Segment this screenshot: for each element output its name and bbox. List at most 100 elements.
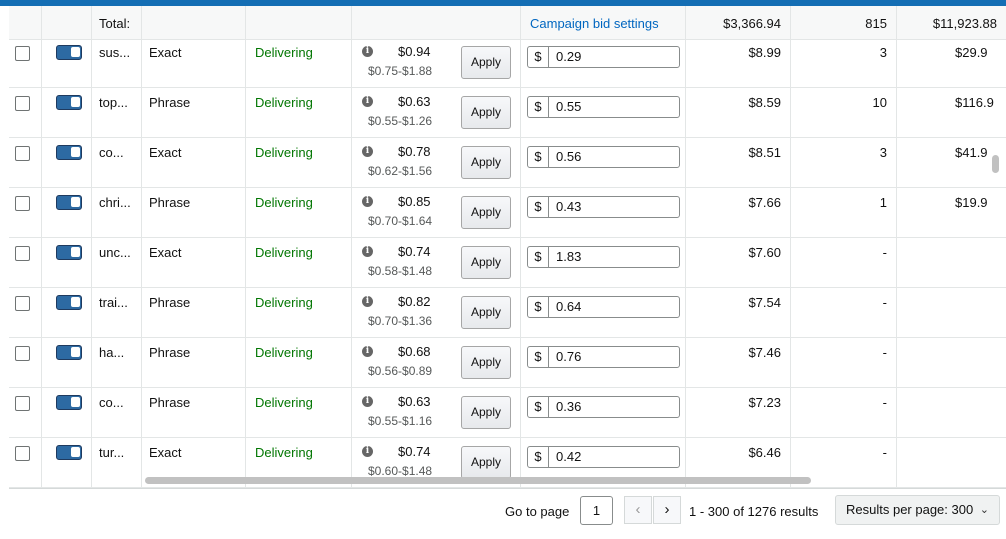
row-checkbox[interactable]	[15, 96, 30, 111]
keyword-text[interactable]: co...	[99, 395, 124, 410]
table-header-row: Total: Campaign bid settings $3,366.94 8…	[9, 6, 1006, 40]
apply-bid-button[interactable]: Apply	[461, 146, 511, 179]
row-checkbox[interactable]	[15, 196, 30, 211]
orders-value: -	[882, 395, 887, 410]
enable-toggle[interactable]	[56, 145, 82, 160]
chevron-left-icon: ‹	[635, 501, 641, 518]
table-row: chri... Phrase Delivering i $0.85 $0.70-$1.64…	[9, 188, 1006, 238]
suggested-bid: $0.85	[398, 194, 431, 209]
row-checkbox[interactable]	[15, 396, 30, 411]
results-per-page-dropdown[interactable]: Results per page: 300 ⌄	[835, 495, 1000, 525]
info-icon[interactable]: i	[362, 46, 373, 57]
keyword-text[interactable]: tur...	[99, 445, 124, 460]
bid-input[interactable]: $0.64	[527, 296, 680, 318]
apply-bid-button[interactable]: Apply	[461, 46, 511, 79]
prev-page-button[interactable]: ‹	[624, 496, 652, 524]
match-type: Exact	[149, 145, 182, 160]
orders-value: 3	[879, 45, 887, 60]
currency-symbol: $	[528, 447, 549, 467]
bid-value: 0.56	[556, 149, 582, 164]
horizontal-scrollbar[interactable]	[145, 477, 811, 484]
info-icon[interactable]: i	[362, 446, 373, 457]
info-icon[interactable]: i	[362, 246, 373, 257]
keyword-text[interactable]: trai...	[99, 295, 128, 310]
status-text: Delivering	[255, 145, 313, 160]
info-icon[interactable]: i	[362, 396, 373, 407]
status-text: Delivering	[255, 395, 313, 410]
spend-value: $8.59	[748, 95, 781, 110]
keyword-text[interactable]: sus...	[99, 45, 130, 60]
results-count: 1 - 300 of 1276 results	[689, 504, 819, 519]
bid-value: 1.83	[556, 249, 582, 264]
suggested-bid-range: $0.70-$1.36	[368, 314, 433, 328]
row-checkbox[interactable]	[15, 246, 30, 261]
enable-toggle[interactable]	[56, 245, 82, 260]
spend-value: $8.51	[748, 145, 781, 160]
row-checkbox[interactable]	[15, 296, 30, 311]
apply-bid-button[interactable]: Apply	[461, 346, 511, 379]
total-label: Total:	[99, 16, 131, 31]
bid-input[interactable]: $0.43	[527, 196, 680, 218]
enable-toggle[interactable]	[56, 95, 82, 110]
bid-input[interactable]: $0.36	[527, 396, 680, 418]
row-checkbox[interactable]	[15, 346, 30, 361]
table-row: top... Phrase Delivering i $0.63 $0.55-$1.26 A…	[9, 88, 1006, 138]
campaign-bid-settings-link[interactable]: Campaign bid settings	[530, 16, 659, 31]
currency-symbol: $	[528, 397, 549, 417]
row-checkbox[interactable]	[15, 46, 30, 61]
bid-input[interactable]: $0.29	[527, 46, 680, 68]
bid-input[interactable]: $1.83	[527, 246, 680, 268]
sales-value: $116.9	[955, 95, 994, 110]
currency-symbol: $	[528, 47, 549, 67]
apply-bid-button[interactable]: Apply	[461, 296, 511, 329]
enable-toggle[interactable]	[56, 395, 82, 410]
info-icon[interactable]: i	[362, 146, 373, 157]
apply-bid-button[interactable]: Apply	[461, 196, 511, 229]
enable-toggle[interactable]	[56, 45, 82, 60]
keyword-text[interactable]: top...	[99, 95, 128, 110]
suggested-bid-range: $0.55-$1.16	[368, 414, 433, 428]
table-row: unc... Exact Delivering i $0.74 $0.58-$1.48 Ap…	[9, 238, 1006, 288]
total-sales: $11,923.88	[932, 16, 997, 31]
spend-value: $7.66	[748, 195, 781, 210]
keyword-text[interactable]: ha...	[99, 345, 124, 360]
orders-value: -	[882, 345, 887, 360]
spend-value: $7.60	[748, 245, 781, 260]
currency-symbol: $	[528, 97, 549, 117]
keyword-text[interactable]: co...	[99, 145, 124, 160]
suggested-bid-range: $0.60-$1.48	[368, 464, 433, 478]
orders-value: -	[882, 245, 887, 260]
suggested-bid-range: $0.56-$0.89	[368, 364, 433, 378]
enable-toggle[interactable]	[56, 195, 82, 210]
next-page-button[interactable]: ›	[653, 496, 681, 524]
bid-input[interactable]: $0.76	[527, 346, 680, 368]
enable-toggle[interactable]	[56, 345, 82, 360]
bid-value: 0.76	[556, 349, 582, 364]
suggested-bid-range: $0.55-$1.26	[368, 114, 433, 128]
bid-input[interactable]: $0.56	[527, 146, 680, 168]
vertical-scrollbar[interactable]	[992, 155, 999, 173]
table-row: trai... Phrase Delivering i $0.82 $0.70-$1.36…	[9, 288, 1006, 338]
bid-input[interactable]: $0.55	[527, 96, 680, 118]
apply-bid-button[interactable]: Apply	[461, 246, 511, 279]
enable-toggle[interactable]	[56, 295, 82, 310]
keywords-table: Total: Campaign bid settings $3,366.94 8…	[9, 6, 1006, 489]
spend-value: $7.23	[748, 395, 781, 410]
page-number-input[interactable]: 1	[580, 496, 613, 525]
bid-input[interactable]: $0.42	[527, 446, 680, 468]
keyword-text[interactable]: chri...	[99, 195, 131, 210]
apply-bid-button[interactable]: Apply	[461, 446, 511, 479]
row-checkbox[interactable]	[15, 446, 30, 461]
keyword-text[interactable]: unc...	[99, 245, 131, 260]
info-icon[interactable]: i	[362, 96, 373, 107]
row-checkbox[interactable]	[15, 146, 30, 161]
table-row: co... Phrase Delivering i $0.63 $0.55-$1.16 Ap…	[9, 388, 1006, 438]
info-icon[interactable]: i	[362, 196, 373, 207]
info-icon[interactable]: i	[362, 346, 373, 357]
status-text: Delivering	[255, 245, 313, 260]
apply-bid-button[interactable]: Apply	[461, 96, 511, 129]
info-icon[interactable]: i	[362, 296, 373, 307]
spend-value: $7.54	[748, 295, 781, 310]
apply-bid-button[interactable]: Apply	[461, 396, 511, 429]
enable-toggle[interactable]	[56, 445, 82, 460]
